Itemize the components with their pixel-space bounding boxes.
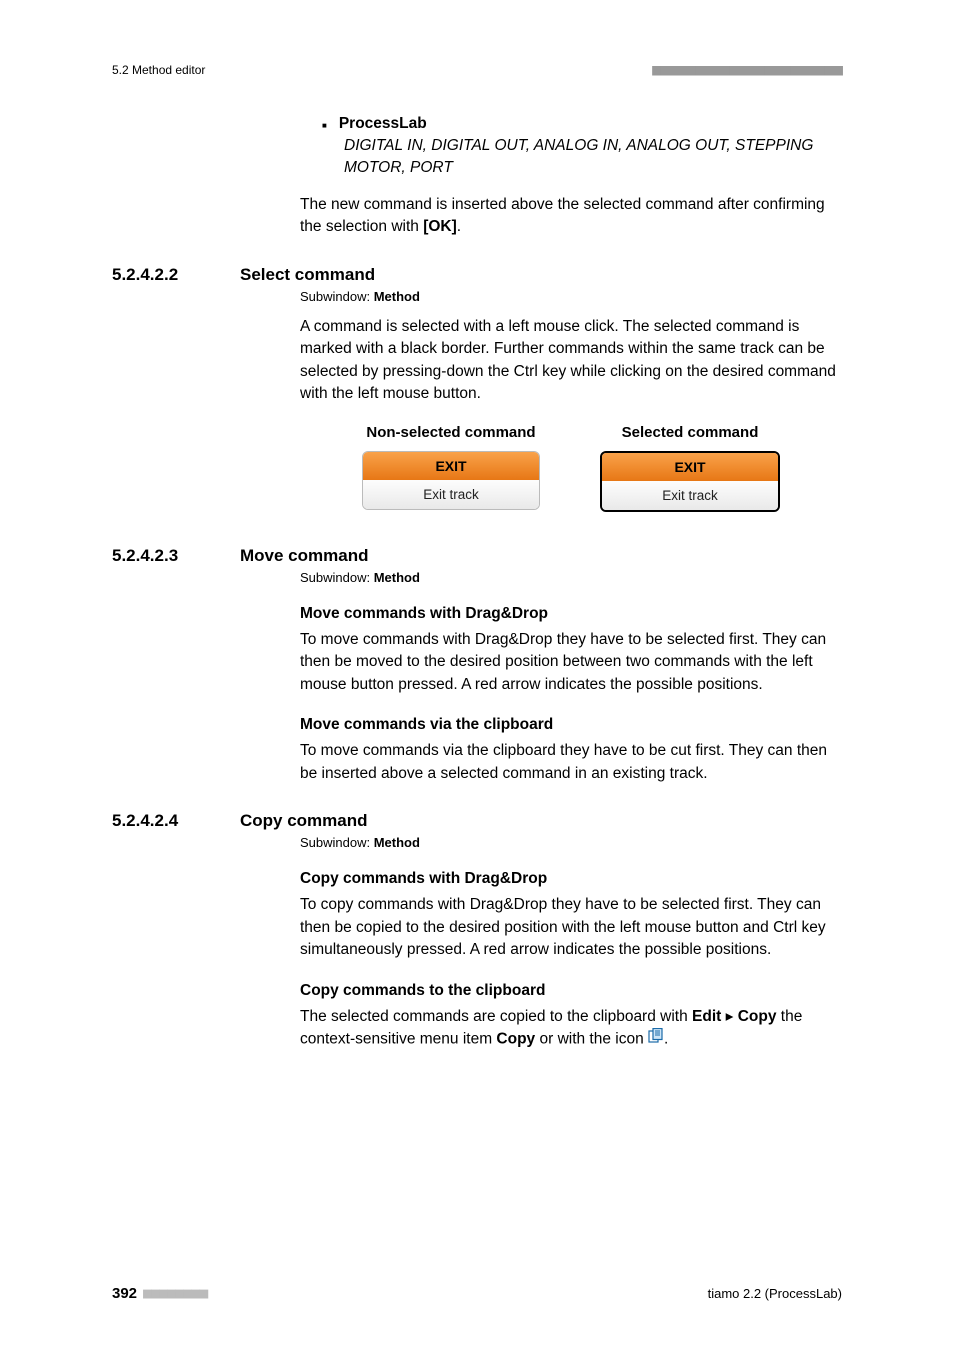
command-title: EXIT xyxy=(602,453,778,481)
section-title: Copy command xyxy=(240,811,368,831)
subwindow-label: Subwindow: xyxy=(300,835,374,850)
subwindow-line: Subwindow: Method xyxy=(300,570,842,585)
section-move-command: 5.2.4.2.3 Move command xyxy=(112,546,842,566)
section-number: 5.2.4.2.3 xyxy=(112,546,240,566)
section-number: 5.2.4.2.4 xyxy=(112,811,240,831)
page-number: 392 xyxy=(112,1285,137,1302)
copy-p2-d: . xyxy=(664,1030,668,1047)
copy-p2-edit: Edit xyxy=(692,1008,721,1025)
page-header: 5.2 Method editor ■■■■■■■■■■■■■■■■■■■■■■ xyxy=(112,60,842,79)
subwindow-label: Subwindow: xyxy=(300,570,374,585)
page-footer: 392 ■■■■■■■■ tiamo 2.2 (ProcessLab) xyxy=(112,1284,842,1302)
command-comparison: Non-selected command EXIT Exit track Sel… xyxy=(300,424,842,512)
copy-p2-a: The selected commands are copied to the … xyxy=(300,1008,692,1025)
subwindow-value: Method xyxy=(374,289,420,304)
footer-right: tiamo 2.2 (ProcessLab) xyxy=(708,1286,842,1301)
copy-icon xyxy=(648,1028,664,1050)
copy-p2-sep: ▸ xyxy=(721,1008,737,1025)
section-title: Move command xyxy=(240,546,368,566)
copy-p2-copy: Copy xyxy=(738,1008,777,1025)
bullet-square-icon: ■ xyxy=(322,121,327,130)
subwindow-value: Method xyxy=(374,835,420,850)
section-number: 5.2.4.2.2 xyxy=(112,265,240,285)
bullet-list: ■ ProcessLab DIGITAL IN, DIGITAL OUT, AN… xyxy=(322,115,842,180)
intro-ok: [OK] xyxy=(423,218,457,235)
command-title: EXIT xyxy=(363,452,539,480)
subwindow-label: Subwindow: xyxy=(300,289,374,304)
copy-p2-copy2: Copy xyxy=(496,1030,535,1047)
section-select-command: 5.2.4.2.2 Select command xyxy=(112,265,842,285)
selected-label: Selected command xyxy=(600,424,780,441)
copy-clipboard-para: The selected commands are copied to the … xyxy=(300,1006,842,1051)
intro-paragraph: The new command is inserted above the se… xyxy=(300,194,842,239)
selected-column: Selected command EXIT Exit track xyxy=(600,424,780,512)
bullet-items: DIGITAL IN, DIGITAL OUT, ANALOG IN, ANAL… xyxy=(344,135,842,180)
footer-ornament: ■■■■■■■■ xyxy=(143,1284,207,1302)
non-selected-command-box: EXIT Exit track xyxy=(362,451,540,510)
selected-command-box: EXIT Exit track xyxy=(600,451,780,512)
copy-dragdrop-para: To copy commands with Drag&Drop they hav… xyxy=(300,894,842,961)
intro-text-a: The new command is inserted above the se… xyxy=(300,196,825,235)
subwindow-value: Method xyxy=(374,570,420,585)
copy-dragdrop-heading: Copy commands with Drag&Drop xyxy=(300,870,842,888)
move-dragdrop-heading: Move commands with Drag&Drop xyxy=(300,605,842,623)
intro-text-b: . xyxy=(457,218,461,235)
header-ornament: ■■■■■■■■■■■■■■■■■■■■■■ xyxy=(652,60,842,79)
header-section-title: 5.2 Method editor xyxy=(112,63,205,77)
copy-p2-c: or with the icon xyxy=(535,1030,648,1047)
bullet-title: ProcessLab xyxy=(339,115,427,133)
command-subtitle: Exit track xyxy=(363,480,539,509)
select-command-paragraph: A command is selected with a left mouse … xyxy=(300,316,842,406)
move-clipboard-heading: Move commands via the clipboard xyxy=(300,716,842,734)
section-title: Select command xyxy=(240,265,375,285)
command-subtitle: Exit track xyxy=(602,481,778,510)
subwindow-line: Subwindow: Method xyxy=(300,835,842,850)
move-dragdrop-para: To move commands with Drag&Drop they hav… xyxy=(300,629,842,696)
non-selected-label: Non-selected command xyxy=(362,424,540,441)
section-copy-command: 5.2.4.2.4 Copy command xyxy=(112,811,842,831)
non-selected-column: Non-selected command EXIT Exit track xyxy=(362,424,540,512)
move-clipboard-para: To move commands via the clipboard they … xyxy=(300,740,842,785)
subwindow-line: Subwindow: Method xyxy=(300,289,842,304)
copy-clipboard-heading: Copy commands to the clipboard xyxy=(300,982,842,1000)
